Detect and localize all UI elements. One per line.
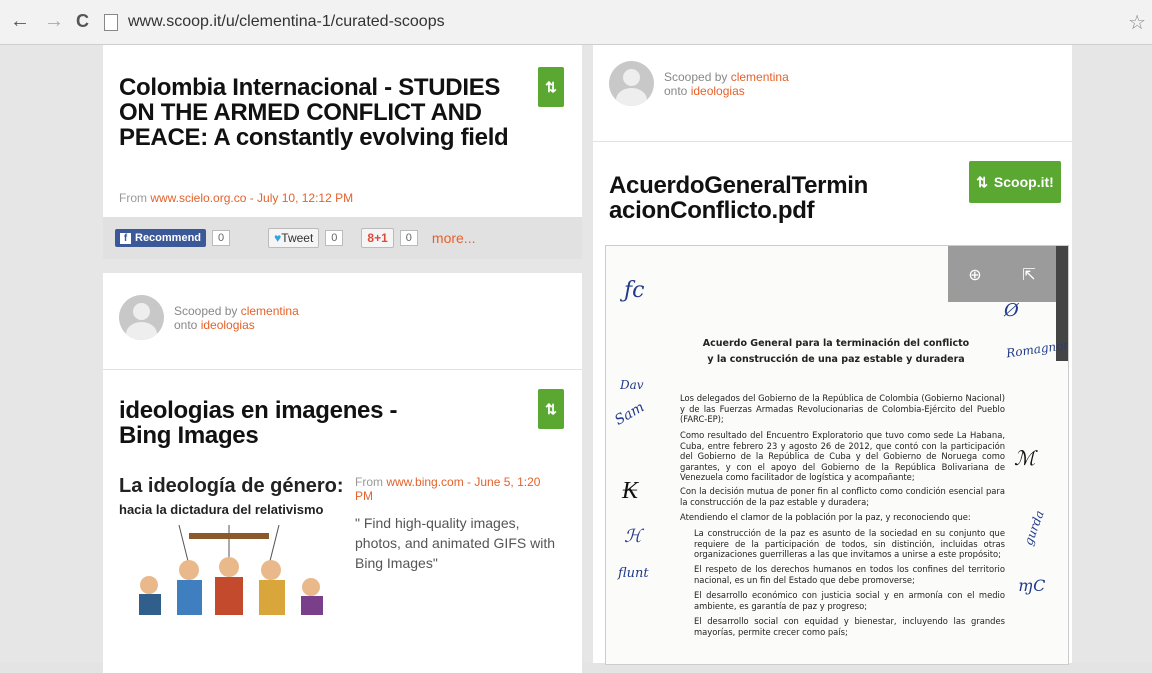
divider [103, 369, 582, 370]
browser-toolbar: ← → C www.scoop.it/u/clementina-1/curate… [0, 0, 1152, 45]
tweet-button[interactable]: ♥Tweet [268, 228, 320, 248]
pdf-paragraph: Como resultado del Encuentro Exploratori… [680, 430, 1005, 482]
page-icon [104, 13, 118, 31]
recommend-count: 0 [212, 230, 231, 246]
onto-label: onto [664, 83, 691, 98]
pdf-heading-2: y la construcción de una paz estable y d… [707, 354, 965, 365]
back-icon[interactable]: ← [10, 10, 30, 32]
scooped-by-label: Scooped by [174, 303, 241, 318]
pdf-paragraph: El desarrollo social con equidad y biene… [694, 616, 1005, 637]
pdf-paragraph: Con la decisión mutua de poner fin al co… [680, 486, 1005, 507]
pdf-paragraph: El respeto de los derechos humanos en to… [694, 564, 1005, 585]
signature-mark: ƒc [624, 278, 645, 303]
signature-mark: Dav [620, 378, 644, 392]
recommend-label: Recommend [135, 232, 202, 244]
onto-label: onto [174, 317, 201, 332]
open-external-icon[interactable]: ⇱ [1022, 265, 1035, 284]
post-description: " Find high-quality images, photos, and … [355, 515, 555, 571]
book-title: La ideología de género: [119, 475, 344, 497]
rescoop-button[interactable]: ⇅ [538, 67, 564, 107]
address-bar[interactable]: www.scoop.it/u/clementina-1/curated-scoo… [104, 10, 1134, 34]
post-title[interactable]: AcuerdoGeneralTerminacionConflicto.pdf [609, 173, 879, 223]
signature-mark: Sam [612, 399, 648, 429]
pdf-toolbar: ⊕ ⇱ [948, 246, 1056, 302]
puppets-illustration [139, 525, 323, 615]
page-content: Colombia Internacional - STUDIES ON THE … [0, 45, 1152, 673]
more-share-link[interactable]: more... [432, 230, 476, 246]
facebook-icon: f [120, 232, 131, 244]
source-link[interactable]: www.scielo.org.co [150, 191, 246, 205]
pdf-paragraph: Los delegados del Gobierno de la Repúbli… [680, 393, 1005, 424]
share-bar: f Recommend 0 ♥Tweet 0 8+1 0 more... [103, 217, 582, 259]
gplus-count: 0 [399, 230, 418, 246]
reload-icon[interactable]: C [76, 10, 89, 32]
divider [593, 141, 1072, 142]
url-text[interactable]: www.scoop.it/u/clementina-1/curated-scoo… [128, 13, 445, 31]
gplus-button[interactable]: 8+1 [361, 228, 394, 248]
signature-mark: ₭ [622, 476, 639, 504]
avatar[interactable] [119, 295, 164, 340]
rescoop-icon: ⇅ [545, 400, 557, 417]
signature-mark: Ø [1004, 300, 1019, 321]
scooped-by: Scooped by clementina onto ideologias [609, 61, 789, 106]
facebook-recommend-button[interactable]: f Recommend [115, 229, 207, 247]
user-link[interactable]: clementina [731, 70, 789, 84]
scooped-by-text: Scooped by clementina onto ideologias [664, 70, 789, 98]
post-image[interactable]: La ideología de género: hacia la dictadu… [119, 475, 345, 615]
pdf-paragraph: Atendiendo el clamor de la población por… [680, 512, 971, 522]
signature-mark: ℳ [1014, 446, 1036, 470]
scoop-card-1: Colombia Internacional - STUDIES ON THE … [103, 45, 582, 259]
avatar[interactable] [609, 61, 654, 106]
scooped-by-text: Scooped by clementina onto ideologias [174, 304, 299, 332]
topic-link[interactable]: ideologias [201, 318, 255, 332]
tweet-count: 0 [325, 230, 344, 246]
source-link[interactable]: www.bing.com [386, 475, 463, 489]
rescoop-icon: ⇅ [545, 78, 557, 95]
scoop-card-pdf: Scooped by clementina onto ideologias Ac… [593, 45, 1072, 665]
signature-mark: ℋ [624, 526, 642, 547]
post-source: From www.scielo.org.co - July 10, 12:12 … [119, 191, 353, 205]
scoop-it-button[interactable]: ⇅ Scoop.it! [969, 161, 1061, 203]
pdf-heading-1: Acuerdo General para la terminación del … [702, 338, 970, 349]
post-date: - July 10, 12:12 PM [246, 191, 354, 205]
pdf-viewer[interactable]: ⊕ ⇱ ƒc Romagnon Ø Dav Sam ₭ ℋ flunt ℳ gu… [605, 245, 1069, 665]
post-title[interactable]: ideologias en imagenes - Bing Images [119, 398, 449, 448]
rescoop-button[interactable]: ⇅ [538, 389, 564, 429]
scoop-it-label: Scoop.it! [993, 174, 1054, 190]
post-title[interactable]: Colombia Internacional - STUDIES ON THE … [119, 75, 519, 150]
post-source: From www.bing.com - June 5, 1:20 PM [355, 475, 555, 503]
signature-mark: ɱC [1018, 576, 1046, 595]
bookmark-star-icon[interactable]: ☆ [1128, 10, 1146, 35]
from-label: From [355, 475, 387, 489]
book-subtitle: hacia la dictadura del relativismo [119, 502, 324, 517]
rescoop-icon: ⇅ [976, 173, 988, 190]
forward-icon[interactable]: → [44, 10, 64, 32]
scooped-by-label: Scooped by [664, 69, 731, 84]
pdf-paragraph: El desarrollo económico con justicia soc… [694, 590, 1005, 611]
zoom-icon[interactable]: ⊕ [968, 265, 981, 284]
pdf-paragraph: La construcción de la paz es asunto de l… [694, 528, 1005, 559]
signature-mark: gurda [1021, 508, 1047, 548]
scooped-by: Scooped by clementina onto ideologias [119, 295, 299, 340]
topic-link[interactable]: ideologias [691, 84, 745, 98]
from-label: From [119, 191, 151, 205]
tweet-label: Tweet [281, 231, 314, 245]
user-link[interactable]: clementina [241, 304, 299, 318]
signature-mark: flunt [618, 566, 649, 581]
